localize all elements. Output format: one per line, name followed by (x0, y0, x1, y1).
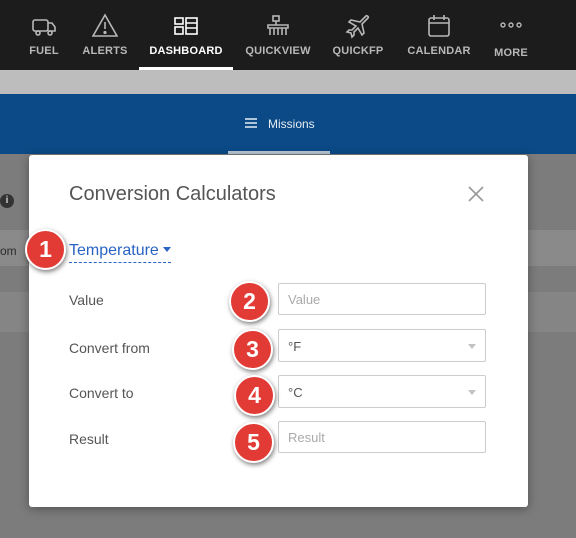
dialog-title: Conversion Calculators (69, 183, 276, 205)
value-label: Value (69, 292, 104, 308)
background-text: om (0, 244, 17, 258)
quickview-icon (265, 13, 291, 39)
calculator-type-dropdown[interactable]: Temperature (69, 242, 171, 263)
nav-label: MORE (494, 47, 528, 59)
nav-label: QUICKVIEW (245, 45, 311, 57)
nav-item-quickfp[interactable]: QUICKFP (330, 0, 386, 70)
conversion-calculators-dialog: Conversion Calculators Temperature Value… (29, 155, 528, 507)
convert-to-label: Convert to (69, 385, 134, 401)
callout-marker-5: 5 (233, 422, 274, 463)
airplane-icon (345, 13, 371, 39)
convert-to-value: °C (288, 385, 303, 400)
calculator-type-label: Temperature (69, 242, 159, 259)
nav-label: QUICKFP (332, 45, 384, 57)
close-icon (468, 186, 484, 202)
nav-item-more[interactable]: MORE (488, 0, 534, 70)
callout-marker-3: 3 (232, 329, 273, 370)
top-navigation-bar: FUEL ALERTS DASHBOARD QUICKVIEW QUICKFP … (0, 0, 576, 70)
nav-item-alerts[interactable]: ALERTS (77, 0, 133, 70)
chevron-down-icon (468, 344, 476, 349)
result-label: Result (69, 431, 109, 447)
nav-item-dashboard[interactable]: DASHBOARD (139, 0, 233, 70)
callout-marker-2: 2 (229, 281, 270, 322)
nav-label: ALERTS (82, 45, 128, 57)
fuel-truck-icon (31, 13, 57, 39)
alert-triangle-icon (92, 13, 118, 39)
chevron-down-icon (468, 390, 476, 395)
result-input[interactable] (278, 421, 486, 453)
nav-label: FUEL (29, 45, 59, 57)
nav-item-calendar[interactable]: CALENDAR (405, 0, 473, 70)
nav-label: DASHBOARD (149, 45, 223, 57)
tab-missions[interactable]: Missions (228, 94, 330, 154)
toolbar-band (0, 70, 576, 94)
close-button[interactable] (465, 183, 487, 205)
callout-marker-1: 1 (25, 229, 66, 270)
convert-from-label: Convert from (69, 340, 150, 356)
callout-marker-4: 4 (234, 375, 275, 416)
calendar-icon (426, 13, 452, 39)
hamburger-icon (245, 118, 257, 128)
tab-missions-label: Missions (268, 117, 315, 131)
value-input[interactable] (278, 283, 486, 315)
convert-from-select[interactable]: °F (278, 329, 486, 362)
nav-item-fuel[interactable]: FUEL (17, 0, 71, 70)
caret-down-icon (162, 246, 171, 252)
nav-label: CALENDAR (407, 45, 471, 57)
dashboard-icon (173, 13, 199, 39)
nav-item-quickview[interactable]: QUICKVIEW (240, 0, 316, 70)
more-dots-icon (498, 13, 524, 39)
convert-to-select[interactable]: °C (278, 375, 486, 408)
info-icon: i (0, 194, 14, 208)
convert-from-value: °F (288, 339, 302, 354)
